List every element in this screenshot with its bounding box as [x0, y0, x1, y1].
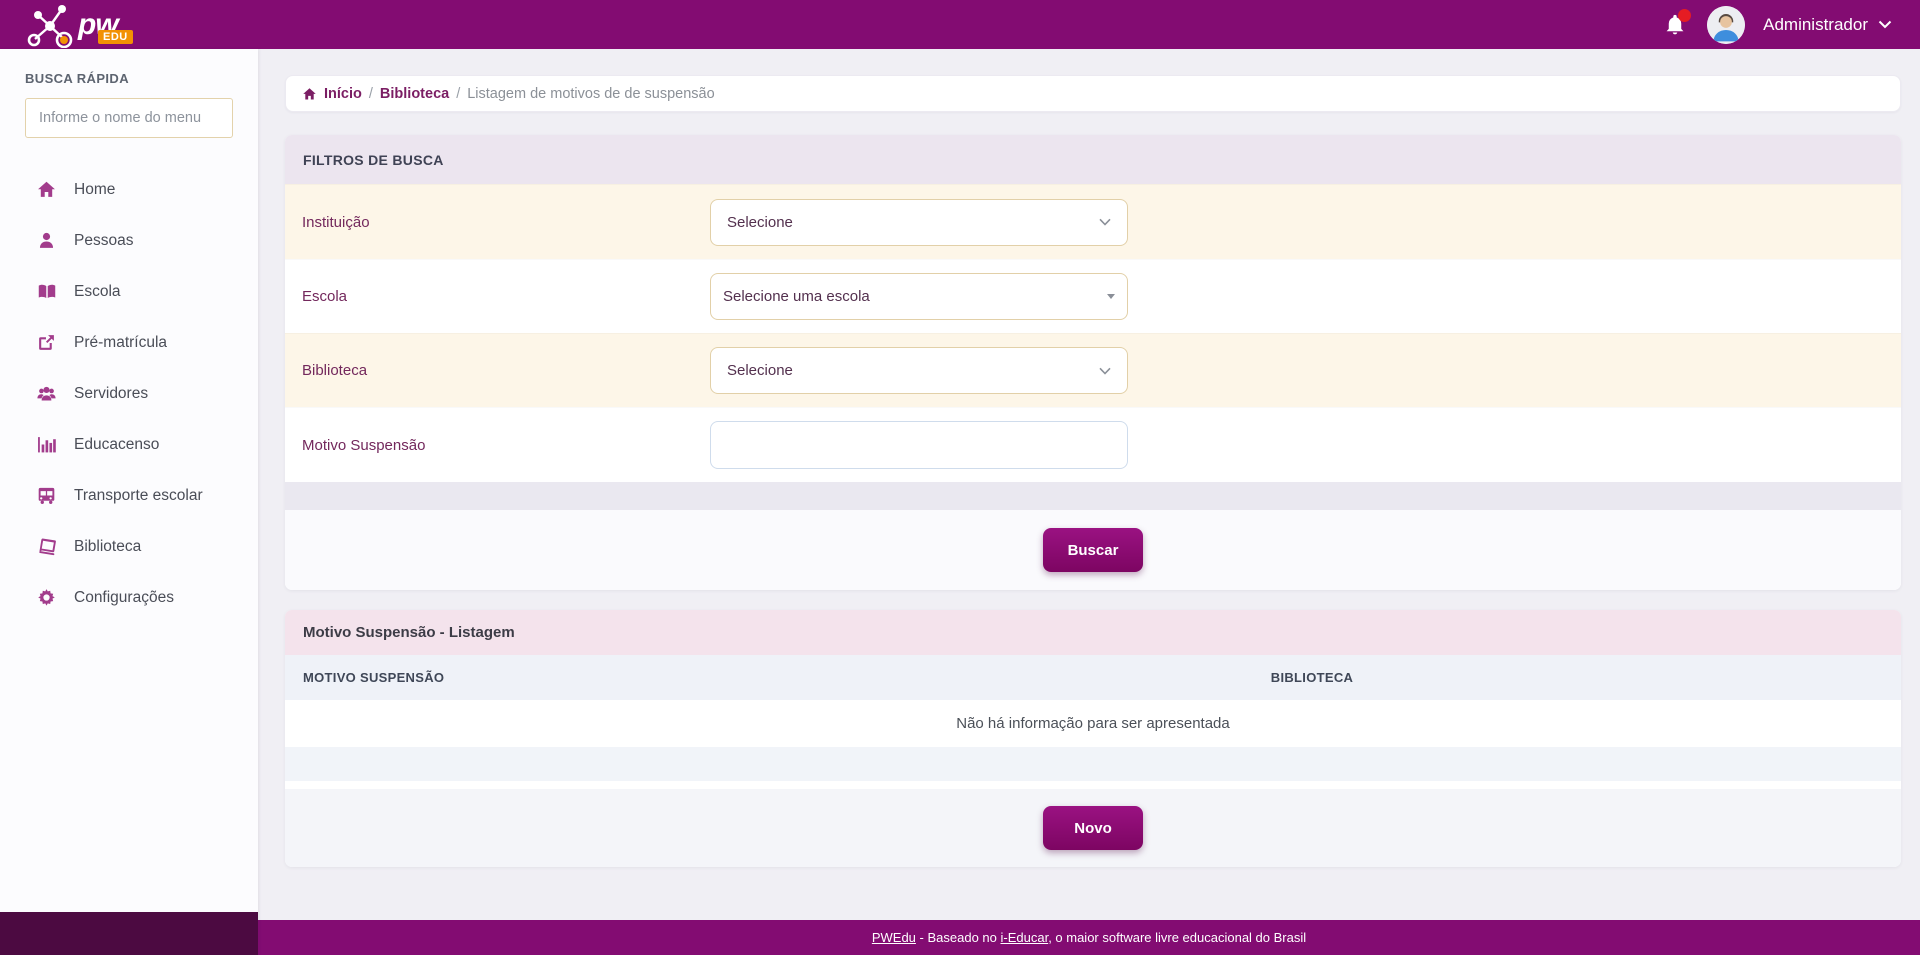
- sidebar-item-label: Pré-matrícula: [74, 333, 168, 351]
- table-gap: [285, 781, 1901, 789]
- listing-card: Motivo Suspensão - Listagem MOTIVO SUSPE…: [285, 610, 1901, 867]
- sidebar-item-label: Home: [74, 180, 116, 198]
- field-label: Escola: [302, 288, 348, 305]
- brand-sub-badge: EDU: [98, 29, 133, 44]
- person-icon: [36, 230, 57, 251]
- filter-card-title: FILTROS DE BUSCA: [285, 135, 1901, 184]
- sidebar-item-educacenso[interactable]: Educacenso: [0, 419, 258, 470]
- sidebar-footer-strip: [0, 912, 258, 955]
- quick-search-label: BUSCA RÁPIDA: [25, 71, 129, 86]
- sidebar-item-label: Escola: [74, 282, 121, 300]
- breadcrumb-biblioteca[interactable]: Biblioteca: [380, 86, 449, 102]
- sidebar-item-servidores[interactable]: Servidores: [0, 368, 258, 419]
- filter-row-biblioteca: Biblioteca Selecione: [285, 333, 1901, 407]
- sidebar-item-escola[interactable]: Escola: [0, 266, 258, 317]
- filter-row-escola: Escola Selecione uma escola: [285, 259, 1901, 333]
- user-menu[interactable]: Administrador: [1763, 15, 1892, 35]
- breadcrumb: Início / Biblioteca / Listagem de motivo…: [285, 75, 1901, 112]
- sidebar-item-home[interactable]: Home: [0, 164, 258, 215]
- chevron-down-icon: [1878, 20, 1892, 29]
- breadcrumb-inicio[interactable]: Início: [324, 86, 362, 102]
- column-header-biblioteca: BIBLIOTECA: [1270, 670, 1354, 685]
- sidebar-item-pre-matricula[interactable]: Pré-matrícula: [0, 317, 258, 368]
- topbar: pw EDU Administrador: [0, 0, 1920, 49]
- select-value: Selecione: [727, 213, 793, 231]
- sidebar-item-label: Educacenso: [74, 435, 160, 453]
- notifications-button[interactable]: [1663, 8, 1692, 38]
- empty-state-message: Não há informação para ser apresentada: [285, 700, 1901, 747]
- suspension-reason-input[interactable]: [710, 421, 1128, 469]
- users-icon: [36, 383, 57, 404]
- sidebar: BUSCA RÁPIDA Home Pessoas: [0, 49, 258, 955]
- column-header-motivo: MOTIVO SUSPENSÃO: [303, 670, 445, 685]
- sidebar-item-biblioteca[interactable]: Biblioteca: [0, 521, 258, 572]
- library-select[interactable]: Selecione: [710, 347, 1128, 394]
- book-icon: [36, 536, 57, 557]
- filter-row-instituicao: Instituição Selecione: [285, 184, 1901, 259]
- sidebar-item-configuracoes[interactable]: Configurações: [0, 572, 258, 623]
- bus-icon: [36, 485, 57, 506]
- select-value: Selecione: [727, 362, 793, 379]
- page-footer: PWEdu - Baseado no i-Educar, o maior sof…: [258, 920, 1920, 955]
- brand-molecule-icon: [26, 2, 76, 48]
- open-book-icon: [36, 281, 57, 302]
- notification-badge: [1678, 8, 1692, 22]
- search-button[interactable]: Buscar: [1043, 528, 1143, 572]
- i-educar-link[interactable]: i-Educar: [1000, 930, 1048, 945]
- institution-select[interactable]: Selecione: [710, 198, 1128, 246]
- share-icon: [36, 332, 57, 353]
- user-name: Administrador: [1763, 14, 1868, 34]
- breadcrumb-separator: /: [368, 85, 373, 102]
- sidebar-item-transporte[interactable]: Transporte escolar: [0, 470, 258, 521]
- sidebar-item-label: Pessoas: [74, 231, 134, 249]
- school-select[interactable]: Selecione uma escola: [710, 273, 1128, 320]
- table-header-row: MOTIVO SUSPENSÃO BIBLIOTECA: [285, 655, 1901, 700]
- app-logo[interactable]: pw EDU: [26, 2, 133, 48]
- field-label: Biblioteca: [302, 362, 368, 379]
- listing-card-title: Motivo Suspensão - Listagem: [285, 610, 1901, 655]
- footer-text: , o maior software livre educacional do …: [1048, 930, 1307, 945]
- field-label: Instituição: [302, 213, 370, 231]
- footer-text: - Baseado no: [915, 930, 1001, 945]
- bell-icon: [1663, 14, 1687, 42]
- avatar[interactable]: [1707, 5, 1746, 44]
- select-value: Selecione uma escola: [723, 288, 870, 305]
- sidebar-item-label: Biblioteca: [74, 537, 142, 555]
- sidebar-item-label: Servidores: [74, 384, 149, 402]
- pwedu-link[interactable]: PWEdu: [872, 930, 916, 945]
- triangle-down-icon: [1107, 294, 1115, 299]
- sidebar-item-label: Transporte escolar: [74, 486, 203, 504]
- filter-card-divider: [285, 482, 1901, 510]
- home-icon: [36, 179, 57, 200]
- sidebar-item-pessoas[interactable]: Pessoas: [0, 215, 258, 266]
- filter-card-footer: Buscar: [285, 510, 1901, 590]
- filter-row-motivo-suspensao: Motivo Suspensão: [285, 407, 1901, 482]
- new-button[interactable]: Novo: [1043, 806, 1143, 850]
- filter-card: FILTROS DE BUSCA Instituição Selecione E…: [285, 135, 1901, 590]
- table-stripe-row: [285, 747, 1901, 781]
- gear-icon: [36, 587, 57, 608]
- main-area: Início / Biblioteca / Listagem de motivo…: [258, 49, 1920, 955]
- home-icon[interactable]: [302, 87, 317, 101]
- listing-card-footer: Novo: [285, 789, 1901, 867]
- sidebar-menu: Home Pessoas Escola Pré-matrícula Servid…: [0, 164, 258, 623]
- breadcrumb-current-page: Listagem de motivos de de suspensão: [467, 85, 715, 102]
- breadcrumb-separator: /: [456, 85, 461, 102]
- chevron-down-icon: [1099, 367, 1111, 375]
- sidebar-item-label: Configurações: [74, 588, 174, 606]
- bar-chart-icon: [36, 434, 57, 455]
- menu-search-input[interactable]: [25, 98, 233, 138]
- field-label: Motivo Suspensão: [302, 436, 426, 454]
- chevron-down-icon: [1099, 218, 1111, 226]
